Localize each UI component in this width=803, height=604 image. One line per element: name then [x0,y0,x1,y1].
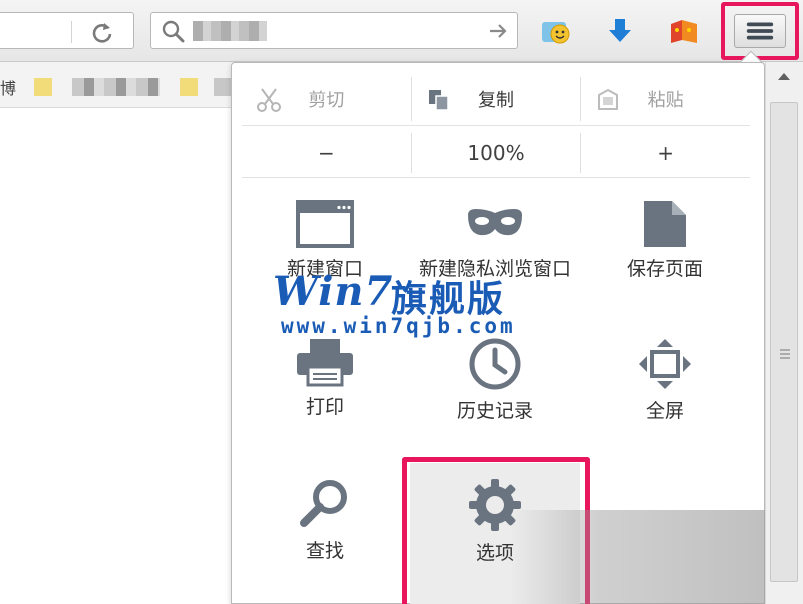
scroll-grip-icon [780,349,790,359]
watermark: Win7 旗舰版 www.win7qjb.com [273,268,593,340]
copy-button[interactable]: 复制 [410,77,581,121]
printer-icon [297,339,353,387]
scrollbar-thumb[interactable] [770,102,798,582]
save-page-button[interactable]: 保存页面 [580,199,750,329]
url-bar-separator [71,21,72,43]
clipboard-icon [598,88,619,110]
search-icon [162,20,185,43]
zoom-out-button[interactable]: − [242,133,411,173]
mask-icon [468,209,522,236]
navigation-toolbar [0,0,803,62]
hamburger-menu-icon [746,22,774,40]
history-button[interactable]: 历史记录 [410,337,580,467]
bookmark-title-blurred[interactable] [72,78,160,96]
bookmark-item-text[interactable]: 博 [0,75,16,99]
zoom-in-button[interactable]: + [580,133,750,173]
search-query-blurred [193,21,267,41]
print-label: 打印 [305,396,344,418]
fullscreen-icon [639,339,691,389]
copy-icon [428,90,449,111]
open-menu-highlight [721,2,799,60]
zoom-controls: − 100% + [242,133,750,173]
blur-overlay [510,510,803,604]
page-icon [644,201,686,247]
reload-icon[interactable] [89,19,115,45]
cut-label: 剪切 [308,90,345,111]
bookmark-favicon-blurred[interactable] [34,78,52,96]
save-page-label: 保存页面 [626,258,703,280]
clock-icon [469,338,521,390]
edit-controls: 剪切 复制 粘贴 [242,77,750,121]
print-button[interactable]: 打印 [240,337,410,467]
history-label: 历史记录 [456,400,533,422]
divider [242,177,750,178]
download-arrow-icon[interactable] [604,16,636,46]
paste-label: 粘贴 [647,90,684,111]
copy-label: 复制 [478,90,514,111]
page-scrollbar[interactable] [765,62,803,604]
search-go-arrow-icon[interactable] [487,20,509,42]
fullscreen-label: 全屏 [645,400,684,422]
addon-smiley-icon[interactable] [540,16,572,46]
watermark-url: www.win7qjb.com [281,314,516,338]
find-label: 查找 [305,540,344,562]
open-menu-button[interactable] [734,14,786,48]
window-icon [296,200,354,248]
cut-button[interactable]: 剪切 [242,77,411,121]
find-button[interactable]: 查找 [240,477,410,604]
bookmark-favicon-blurred[interactable] [180,78,198,96]
watermark-logo: Win7 [273,268,394,315]
fullscreen-button[interactable]: 全屏 [580,337,750,467]
paste-button[interactable]: 粘贴 [580,77,750,121]
divider [242,125,750,126]
search-bar[interactable] [150,12,518,49]
addon-flag-icon[interactable] [668,16,700,46]
scroll-up-arrow-icon[interactable] [776,70,792,82]
url-bar[interactable] [0,12,134,49]
zoom-reset-button[interactable]: 100% [410,133,581,173]
scissors-icon [257,88,281,112]
magnifier-icon [300,480,347,527]
